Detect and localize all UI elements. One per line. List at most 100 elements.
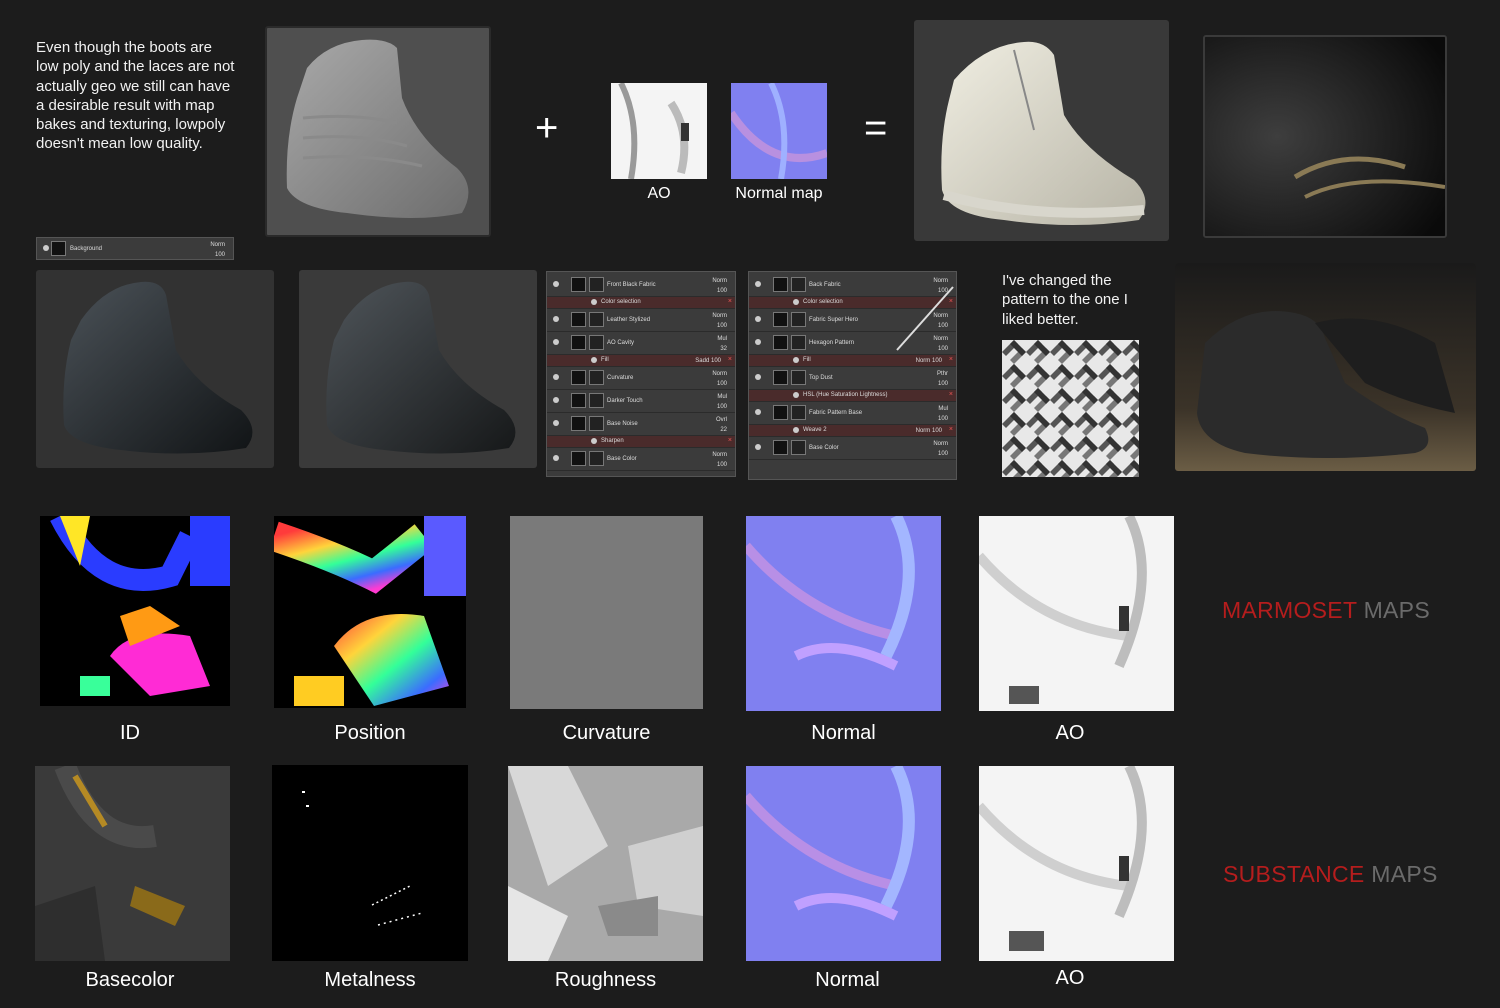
visibility-icon[interactable] — [553, 281, 559, 287]
layer-thumbnail — [571, 393, 586, 408]
visibility-icon[interactable] — [43, 245, 49, 251]
layer-blend-mode: Norm 100 — [712, 313, 727, 329]
layer-name: HSL (Hue Saturation Lightness) — [803, 392, 888, 398]
layer-effect-row[interactable]: HSL (Hue Saturation Lightness) × — [749, 390, 956, 402]
remove-effect-icon[interactable]: × — [949, 426, 953, 433]
plus-sign: + — [535, 106, 559, 150]
layer-name: Background — [70, 246, 103, 252]
remove-effect-icon[interactable]: × — [728, 356, 732, 363]
layer-blend-mode: Mul 100 — [937, 406, 948, 422]
layer-name: Fill — [601, 357, 609, 363]
layer-effect-row[interactable]: Fill Sadd 100 × — [547, 355, 735, 367]
layer-name: Base Noise — [607, 421, 638, 427]
visibility-icon[interactable] — [755, 409, 761, 415]
layer-blend-mode: Sadd 100 — [695, 358, 721, 364]
layer-mask-thumbnail — [589, 393, 604, 408]
layer-row[interactable]: Fabric Pattern Base Mul 100 — [749, 402, 956, 425]
visibility-icon[interactable] — [755, 374, 761, 380]
background-layer-panel: Background Norm 100 — [36, 237, 234, 260]
remove-effect-icon[interactable]: × — [728, 437, 732, 444]
layer-effect-row[interactable]: Color selection × — [547, 297, 735, 309]
curvature-map — [510, 516, 703, 709]
normal-map-marmoset-label: Normal — [811, 722, 876, 744]
layer-name: Darker Touch — [607, 398, 643, 404]
ao-map-marmoset — [979, 516, 1174, 711]
layer-row[interactable]: Front Black Fabric Norm 100 — [547, 274, 735, 297]
visibility-icon[interactable] — [553, 374, 559, 380]
layer-thumbnail — [571, 312, 586, 327]
layer-name: Leather Stylized — [607, 317, 651, 323]
ao-map-thumbnail — [611, 83, 707, 179]
layer-mask-thumbnail — [791, 277, 806, 292]
ao-map-marmoset-label: AO — [1055, 722, 1085, 744]
layer-name: Color selection — [803, 299, 843, 305]
visibility-icon[interactable] — [553, 339, 559, 345]
visibility-icon[interactable] — [591, 357, 597, 363]
layer-effect-row[interactable]: Sharpen × — [547, 436, 735, 448]
visibility-icon[interactable] — [591, 438, 597, 444]
layer-name: Fill — [803, 357, 811, 363]
layer-blend-mode: Norm 100 — [712, 278, 727, 294]
visibility-icon[interactable] — [755, 444, 761, 450]
normal-map-thumbnail — [731, 83, 827, 179]
layer-name: Base Color — [607, 456, 637, 462]
layer-name: Base Color — [809, 445, 839, 451]
fabric-closeup-render — [1203, 35, 1447, 238]
clay-boot-render — [265, 26, 491, 237]
basecolor-map — [35, 766, 230, 961]
layer-thumbnail — [571, 370, 586, 385]
layer-name: AO Cavity — [607, 340, 635, 346]
layer-row[interactable]: Base Noise Ovrl 22 — [547, 413, 735, 436]
remove-effect-icon[interactable]: × — [949, 356, 953, 363]
textured-white-boot-render — [914, 20, 1169, 241]
layer-row[interactable]: Darker Touch Mul 100 — [547, 390, 735, 413]
layer-name: Hexagon Pattern — [809, 340, 855, 346]
layer-effect-row[interactable]: Fill Norm 100 × — [749, 355, 956, 367]
layer-mask-thumbnail — [589, 335, 604, 350]
metalness-map — [272, 765, 468, 961]
visibility-icon[interactable] — [591, 299, 597, 305]
visibility-icon[interactable] — [755, 339, 761, 345]
remove-effect-icon[interactable]: × — [949, 391, 953, 398]
visibility-icon[interactable] — [553, 455, 559, 461]
layer-name: Curvature — [607, 375, 634, 381]
visibility-icon[interactable] — [793, 299, 799, 305]
remove-effect-icon[interactable]: × — [728, 298, 732, 305]
layer-thumbnail — [773, 277, 788, 292]
layer-mask-thumbnail — [791, 312, 806, 327]
visibility-icon[interactable] — [793, 357, 799, 363]
layer-mask-thumbnail — [791, 440, 806, 455]
visibility-icon[interactable] — [793, 427, 799, 433]
visibility-icon[interactable] — [755, 281, 761, 287]
layer-blend-mode: Norm 100 — [915, 358, 942, 364]
layer-thumbnail — [571, 416, 586, 431]
layer-thumbnail — [51, 241, 66, 256]
equals-sign: = — [864, 106, 888, 150]
layer-mask-thumbnail — [791, 335, 806, 350]
layer-mask-thumbnail — [589, 416, 604, 431]
weave-pattern-swatch — [1002, 340, 1139, 477]
visibility-icon[interactable] — [553, 397, 559, 403]
visibility-icon[interactable] — [793, 392, 799, 398]
layer-row[interactable]: Base Color Norm 100 — [749, 437, 956, 460]
basecolor-map-label: Basecolor — [85, 969, 175, 991]
layer-thumbnail — [773, 312, 788, 327]
visibility-icon[interactable] — [553, 420, 559, 426]
ao-map-substance-label: AO — [1055, 967, 1085, 989]
layer-blend-mode: Norm 100 — [712, 452, 727, 468]
layer-row[interactable]: Leather Stylized Norm 100 — [547, 309, 735, 332]
layer-row[interactable]: Top Dust Pthr 100 — [749, 367, 956, 390]
position-map — [274, 516, 466, 708]
visibility-icon[interactable] — [755, 316, 761, 322]
layer-row[interactable]: Curvature Norm 100 — [547, 367, 735, 390]
layer-mask-thumbnail — [589, 312, 604, 327]
background-layer-row[interactable]: Background Norm 100 — [37, 238, 233, 260]
layer-thumbnail — [571, 451, 586, 466]
id-map — [40, 516, 230, 706]
layer-row[interactable]: Base Color Norm 100 — [547, 448, 735, 471]
layer-effect-row[interactable]: Weave 2 Norm 100 × — [749, 425, 956, 437]
layer-thumbnail — [773, 335, 788, 350]
layer-blend-mode: Ovrl 22 — [716, 417, 727, 433]
layer-row[interactable]: AO Cavity Mul 32 — [547, 332, 735, 355]
visibility-icon[interactable] — [553, 316, 559, 322]
